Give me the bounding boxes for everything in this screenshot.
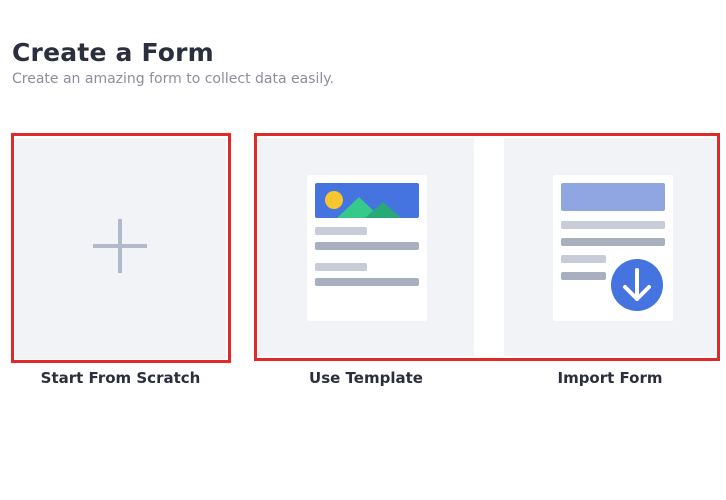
start-from-scratch-card[interactable] (15, 138, 226, 359)
start-from-scratch-label[interactable]: Start From Scratch (15, 369, 226, 387)
page-subtitle: Create an amazing form to collect data e… (12, 71, 334, 87)
use-template-card[interactable] (258, 138, 474, 356)
import-form-label[interactable]: Import Form (504, 369, 716, 387)
plus-icon (93, 219, 147, 273)
create-form-page: Create a Form Create an amazing form to … (0, 0, 726, 500)
import-document-icon (553, 175, 673, 321)
page-title: Create a Form (12, 38, 214, 67)
import-form-card[interactable] (504, 138, 716, 356)
use-template-label[interactable]: Use Template (258, 369, 474, 387)
template-document-icon (307, 175, 427, 321)
